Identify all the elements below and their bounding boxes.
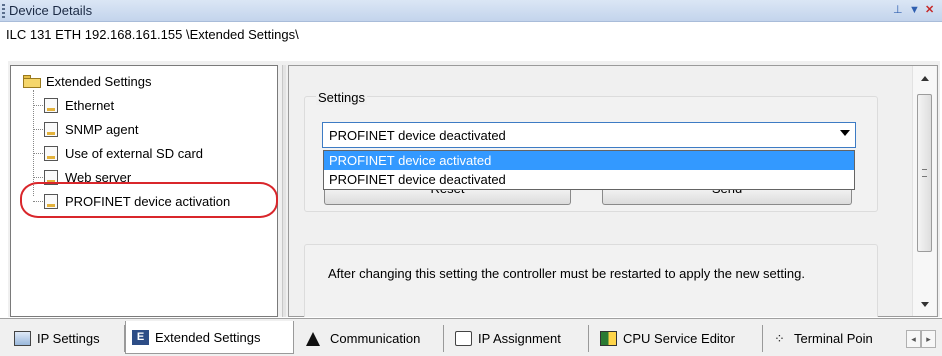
scroll-thumb[interactable] <box>917 94 932 252</box>
select-value: PROFINET device deactivated <box>329 128 506 143</box>
extended-settings-icon: E <box>132 329 149 345</box>
highlight-annotation <box>20 182 278 218</box>
settings-doc-icon <box>44 97 58 113</box>
tab-scroll-arrows[interactable]: ◂ ▸ <box>906 330 936 348</box>
tab-cpu-service-editor[interactable]: CPU Service Editor <box>589 325 763 352</box>
terminal-points-icon: ⁘ <box>774 331 785 346</box>
ip-settings-icon <box>14 331 31 346</box>
settings-doc-icon <box>44 121 58 137</box>
breadcrumb: ILC 131 ETH 192.168.161.155 \Extended Se… <box>0 23 942 47</box>
folder-icon <box>23 74 41 88</box>
tab-scroll-right-icon[interactable]: ▸ <box>921 330 936 348</box>
reset-button[interactable]: Reset <box>324 188 571 205</box>
tab-label: IP Assignment <box>478 331 561 346</box>
tab-label: Terminal Poin <box>794 331 873 346</box>
tab-scroll-left-icon[interactable]: ◂ <box>906 330 921 348</box>
tree-root-extended-settings[interactable]: Extended Settings <box>23 72 152 90</box>
breadcrumb-path: ILC 131 ETH 192.168.161.155 \Extended Se… <box>6 27 299 42</box>
tab-label: IP Settings <box>37 331 100 346</box>
scroll-up-icon[interactable] <box>921 76 929 81</box>
tab-terminal-points[interactable]: ⁘ Terminal Poin <box>763 325 904 352</box>
tree-item-external-sd-card[interactable]: Use of external SD card <box>33 142 203 164</box>
panel-titlebar: Device Details ⊥ ▼ ✕ <box>0 0 942 22</box>
restart-notice: After changing this setting the controll… <box>328 266 805 281</box>
tree-item-label: Use of external SD card <box>65 145 204 161</box>
settings-group-label: Settings <box>316 90 367 105</box>
tree-connector <box>33 152 43 154</box>
scroll-down-icon[interactable] <box>921 302 929 307</box>
tree-connector <box>33 176 43 178</box>
tab-extended-settings[interactable]: E Extended Settings <box>125 321 294 354</box>
tree-connector <box>33 104 43 106</box>
tree-item-ethernet[interactable]: Ethernet <box>33 94 114 116</box>
window-menu-icon[interactable]: ▼ <box>909 3 920 17</box>
settings-doc-icon <box>44 145 58 161</box>
select-dropdown-list[interactable]: PROFINET device activated PROFINET devic… <box>323 150 855 190</box>
option-profinet-deactivated[interactable]: PROFINET device deactivated <box>324 170 854 189</box>
panel-title: Device Details <box>9 3 93 18</box>
option-profinet-activated[interactable]: PROFINET device activated <box>324 151 854 170</box>
cpu-service-editor-icon <box>600 331 617 346</box>
tree-item-label: SNMP agent <box>65 121 139 137</box>
send-button[interactable]: Send <box>602 188 852 205</box>
panel-splitter[interactable] <box>282 65 286 317</box>
tab-label: CPU Service Editor <box>623 331 735 346</box>
tab-label: Communication <box>330 331 421 346</box>
tab-ip-settings[interactable]: IP Settings <box>8 325 125 352</box>
ip-assignment-icon <box>455 331 472 346</box>
grip-handle[interactable] <box>2 4 5 18</box>
chevron-down-icon[interactable] <box>840 130 850 136</box>
profinet-mode-select[interactable]: PROFINET device deactivated <box>322 122 856 148</box>
pin-icon[interactable]: ⊥ <box>893 3 903 17</box>
tab-communication[interactable]: Communication <box>294 325 444 352</box>
tree-item-label: Ethernet <box>65 97 115 113</box>
tab-label: Extended Settings <box>155 329 261 345</box>
vertical-scrollbar[interactable] <box>912 66 936 316</box>
tab-ip-assignment[interactable]: IP Assignment <box>444 325 589 352</box>
tree-connector <box>33 128 43 130</box>
tree-root-label: Extended Settings <box>46 73 152 89</box>
communication-icon <box>306 331 320 346</box>
close-icon[interactable]: ✕ <box>925 3 934 17</box>
tree-item-snmp-agent[interactable]: SNMP agent <box>33 118 138 140</box>
